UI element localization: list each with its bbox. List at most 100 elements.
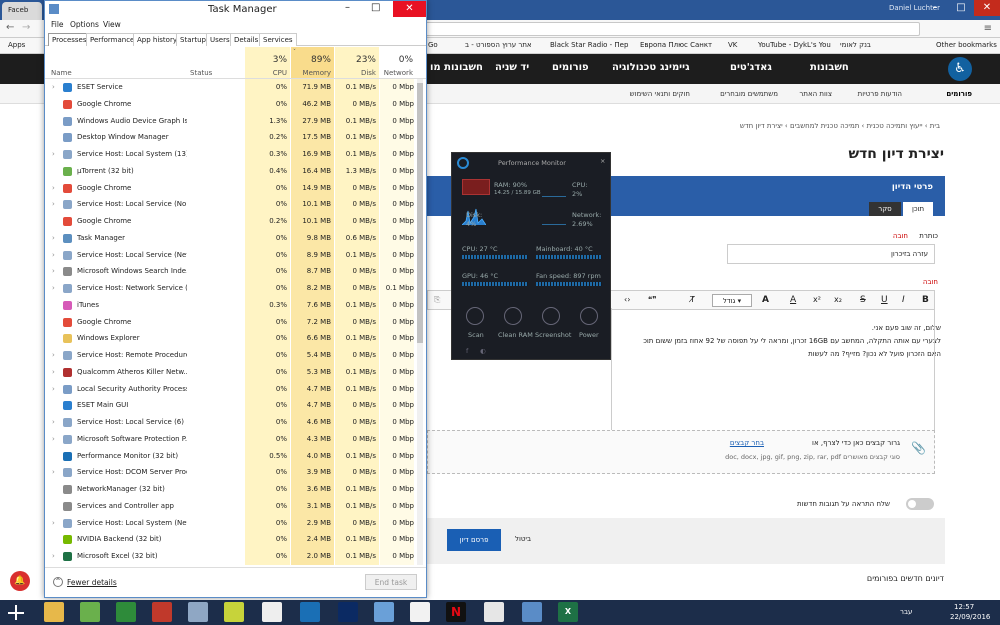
subnav-users[interactable]: משתמשים מובחרים [720, 90, 778, 98]
clean-ram-icon[interactable] [504, 307, 522, 325]
file-explorer-icon[interactable] [44, 602, 64, 622]
col-name[interactable]: Name [51, 69, 72, 77]
process-row[interactable]: NetworkManager (32 bit) 0% 3.6 MB 0.1 MB/s 0… [45, 481, 426, 498]
tab-app-history[interactable]: App history [133, 33, 181, 46]
tab-processes[interactable]: Processes [48, 33, 91, 46]
power-icon[interactable] [580, 307, 598, 325]
tab-startup[interactable]: Startup [176, 33, 210, 46]
bookmark-item[interactable]: Go [428, 41, 438, 49]
tab-content[interactable]: תוכן [903, 202, 933, 216]
tm-maximize-icon[interactable]: □ [371, 2, 380, 13]
expand-icon[interactable]: › [52, 230, 55, 247]
process-row[interactable]: Services and Controller app 0% 3.1 MB 0.1 M… [45, 497, 426, 515]
bookmark-item[interactable]: YouTube - DykL's You [758, 41, 831, 49]
col-disk[interactable]: 23% Disk [335, 47, 379, 78]
underline-icon[interactable]: U [881, 295, 888, 305]
menu-file[interactable]: File [51, 20, 64, 29]
process-row[interactable]: › Service Host: Remote Procedure... 0% 5.4 … [45, 347, 426, 364]
strike-icon[interactable]: S [860, 295, 866, 305]
collapse-icon[interactable]: ^ [53, 577, 63, 587]
end-task-button[interactable]: End task [365, 574, 417, 590]
accessibility-icon[interactable]: ♿ [948, 57, 972, 81]
tab-performance[interactable]: Performance [86, 33, 139, 46]
process-row[interactable]: Google Chrome 0% 7.2 MB 0 MB/s 0 Mbp [45, 313, 426, 331]
subnav-rules[interactable]: חוקים ותנאי השימוש [630, 90, 690, 98]
process-row[interactable]: Google Chrome 0.2% 10.1 MB 0 MB/s 0 Mbp [45, 213, 426, 230]
process-row[interactable]: › Microsoft Excel (32 bit) 0% 2.0 MB 0.1 MB/… [45, 548, 426, 565]
process-row[interactable]: › Service Host: Local Service (Net... 0% 8.… [45, 246, 426, 264]
col-memory[interactable]: ˇ 89% Memory [291, 47, 334, 78]
forward-icon[interactable]: → [22, 22, 30, 33]
menu-icon[interactable]: ≡ [984, 23, 992, 34]
font-color-icon[interactable]: A [790, 295, 796, 305]
process-row[interactable]: › Task Manager 0% 9.8 MB 0.6 MB/s 0 Mbp [45, 229, 426, 247]
bookmark-item[interactable]: VK [728, 41, 737, 49]
nav-item[interactable]: גאדג'טים [730, 62, 772, 73]
attach-zone[interactable]: גרור קבצים כאן כדי לצרף, או בחר קבצים do… [427, 430, 935, 474]
close-icon[interactable]: ✕ [974, 0, 1000, 16]
subnav-staff[interactable]: צוות האתר [799, 90, 832, 98]
weather-icon[interactable] [338, 602, 358, 622]
notify-toggle[interactable] [906, 498, 934, 510]
expand-icon[interactable]: › [52, 280, 55, 297]
maximize-icon[interactable]: □ [948, 0, 974, 16]
app-icon[interactable] [410, 602, 430, 622]
expand-icon[interactable]: › [52, 263, 55, 280]
menu-options[interactable]: Options [70, 20, 99, 29]
process-row[interactable]: Google Chrome 0% 46.2 MB 0 MB/s 0 Mbp [45, 95, 426, 113]
expand-icon[interactable]: › [52, 146, 55, 163]
screenshot-button[interactable]: Screenshot [535, 331, 571, 339]
tab-poll[interactable]: סקר [869, 202, 901, 216]
process-row[interactable]: iTunes 0.3% 7.6 MB 0.1 MB/s 0 Mbp [45, 296, 426, 314]
expand-icon[interactable]: › [52, 196, 55, 213]
title-input[interactable]: עזרה בזיכרון [727, 244, 935, 264]
bookmark-item[interactable]: Европа Плюс Санкт [640, 41, 712, 49]
menu-view[interactable]: View [103, 20, 121, 29]
process-row[interactable]: › Service Host: Network Service (4) 0% 8.2 … [45, 280, 426, 297]
sticky-icon[interactable] [224, 602, 244, 622]
expand-icon[interactable]: › [52, 247, 55, 264]
tab-services[interactable]: Services [259, 33, 297, 46]
process-row[interactable]: › Service Host: DCOM Server Proc... 0% 3.9 … [45, 464, 426, 482]
itunes-icon[interactable] [484, 602, 504, 622]
italic-icon[interactable]: I [902, 295, 905, 305]
col-network[interactable]: 0% Network [380, 47, 416, 78]
tm-scrollbar[interactable] [417, 79, 423, 565]
clear-format-icon[interactable]: T̸ [690, 295, 695, 304]
clean-ram-button[interactable]: Clean RAM [498, 331, 533, 339]
subnav-messages[interactable]: הודעות פרטיות [858, 90, 902, 98]
subscript-icon[interactable]: x₂ [834, 295, 842, 304]
superscript-icon[interactable]: x² [813, 295, 821, 304]
fewer-details-link[interactable]: Fewer details [67, 578, 117, 587]
clock-date[interactable]: 22/09/2016 [950, 613, 990, 621]
tm-close-icon[interactable]: ✕ [393, 1, 426, 17]
task-manager-taskbar-icon[interactable] [522, 602, 542, 622]
expand-icon[interactable]: › [52, 548, 55, 565]
power-button[interactable]: Power [579, 331, 599, 339]
subnav-forums[interactable]: פורומים [946, 90, 972, 98]
expand-icon[interactable]: › [52, 347, 55, 364]
process-row[interactable]: µTorrent (32 bit) 0.4% 16.4 MB 1.3 MB/s 0 Mb… [45, 162, 426, 180]
bookmark-item[interactable]: אתר ערוץ הספורט - ב [465, 41, 532, 49]
process-row[interactable]: › Microsoft Windows Search Inde... 0% 8.7 M… [45, 263, 426, 281]
screenshot-icon[interactable] [542, 307, 560, 325]
expand-icon[interactable]: › [52, 414, 55, 431]
process-row[interactable]: › Service Host: Local Service (6) 0% 4.6 MB… [45, 414, 426, 431]
bookmark-other[interactable]: Other bookmarks [936, 41, 997, 49]
expand-icon[interactable]: › [52, 431, 55, 448]
expand-icon[interactable]: › [52, 79, 55, 96]
expand-icon[interactable]: › [52, 381, 55, 398]
pm-close-icon[interactable]: × [600, 157, 605, 165]
process-row[interactable]: › Service Host: Local System (13) 0.3% 16.9… [45, 146, 426, 163]
process-row[interactable]: › Service Host: Local System (Net... 0% 2.9… [45, 514, 426, 532]
calendar-icon[interactable] [374, 602, 394, 622]
tm-scroll-thumb[interactable] [417, 83, 423, 343]
process-row[interactable]: › Qualcomm Atheros Killer Netw... 0% 5.3 MB… [45, 363, 426, 381]
nav-item[interactable]: יד שניה [495, 62, 529, 73]
nav-item[interactable]: חשבונות מו [430, 62, 483, 73]
nav-item[interactable]: גיימינג [660, 62, 690, 73]
bookmark-apps[interactable]: Apps [8, 41, 25, 49]
expand-icon[interactable]: › [52, 515, 55, 532]
bookmark-item[interactable]: בנק לאומי [840, 41, 871, 49]
process-row[interactable]: Desktop Window Manager 0.2% 17.5 MB 0.1 MB/… [45, 129, 426, 147]
